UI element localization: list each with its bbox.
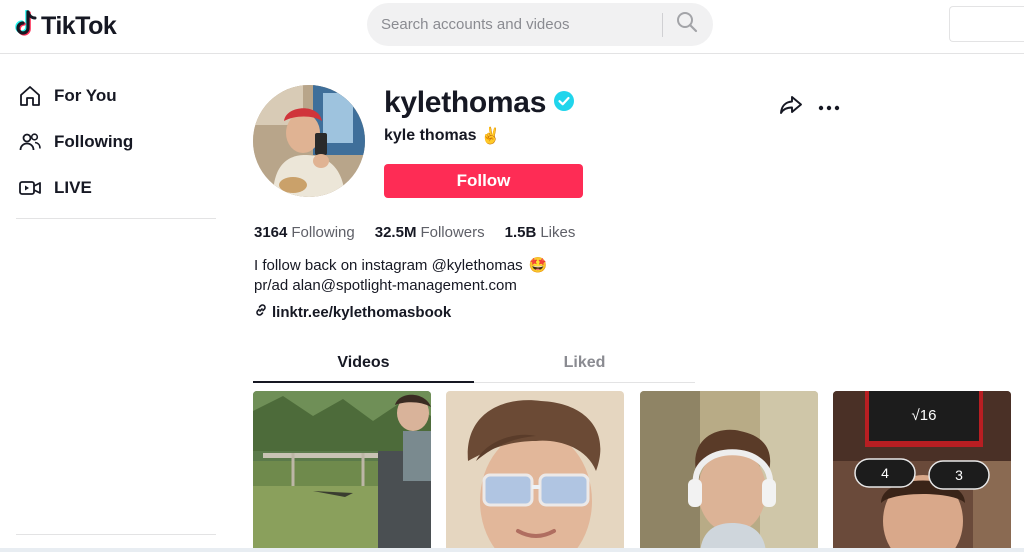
display-name-row: kyle thomas ✌️ bbox=[384, 126, 500, 146]
tab-liked[interactable]: Liked bbox=[474, 348, 695, 382]
search-icon bbox=[676, 11, 698, 38]
tiktok-logo[interactable]: TikTok bbox=[14, 9, 117, 42]
logo-text: TikTok bbox=[41, 11, 117, 40]
more-dots-icon bbox=[818, 98, 840, 116]
victory-hand-emoji: ✌️ bbox=[480, 128, 501, 145]
sidebar-item-live[interactable]: LIVE bbox=[18, 176, 92, 200]
sidebar-item-for-you[interactable]: For You bbox=[18, 84, 117, 108]
bio: I follow back on instagram @kylethomas 🤩… bbox=[254, 256, 547, 296]
content-tabs: Videos Liked bbox=[253, 348, 695, 383]
tab-videos[interactable]: Videos bbox=[253, 348, 474, 383]
quiz-option-text: 4 bbox=[881, 465, 889, 481]
sidebar-divider bbox=[16, 534, 216, 535]
sidebar: For You Following LIVE bbox=[0, 54, 225, 552]
home-icon bbox=[18, 84, 42, 108]
username-row: kylethomas bbox=[384, 86, 575, 120]
search-input[interactable] bbox=[381, 3, 661, 46]
avatar[interactable] bbox=[253, 85, 365, 197]
stat-value: 1.5B bbox=[504, 224, 537, 241]
more-options-button[interactable] bbox=[816, 94, 842, 120]
bio-text: I follow back on instagram @kylethomas bbox=[254, 257, 523, 274]
live-icon bbox=[18, 176, 42, 200]
search-divider bbox=[662, 13, 663, 37]
bio-line: I follow back on instagram @kylethomas 🤩 bbox=[254, 256, 547, 276]
stat-likes: 1.5B Likes bbox=[505, 224, 576, 241]
verified-badge-icon bbox=[554, 90, 575, 116]
sidebar-item-label: Following bbox=[54, 132, 134, 151]
video-thumbnail[interactable] bbox=[446, 391, 624, 552]
share-button[interactable] bbox=[778, 94, 804, 120]
bio-text: pr/ad alan@spotlight-management.com bbox=[254, 277, 517, 294]
profile-link[interactable]: linktr.ee/kylethomasbook bbox=[254, 303, 451, 321]
stat-label: Likes bbox=[540, 224, 576, 241]
quiz-option-text: 3 bbox=[955, 467, 963, 483]
users-icon bbox=[18, 130, 42, 154]
tiktok-note-icon bbox=[14, 9, 38, 42]
display-name: kyle thomas bbox=[384, 127, 477, 144]
top-bar: TikTok bbox=[0, 0, 1024, 54]
video-thumbnail[interactable] bbox=[640, 391, 818, 552]
window-bottom-edge bbox=[0, 548, 1024, 552]
header-action-box[interactable] bbox=[949, 6, 1024, 42]
share-icon bbox=[779, 94, 803, 121]
profile-stats: 3164 Following 32.5M Followers 1.5B Likes bbox=[254, 224, 575, 241]
star-struck-emoji: 🤩 bbox=[528, 257, 548, 274]
stat-following[interactable]: 3164 Following bbox=[254, 224, 355, 241]
username: kylethomas bbox=[384, 86, 547, 119]
video-thumbnail[interactable]: √16 4 3 bbox=[833, 391, 1011, 552]
stat-label: Following bbox=[291, 224, 355, 241]
follow-button[interactable]: Follow bbox=[384, 164, 583, 198]
stat-followers[interactable]: 32.5M Followers bbox=[375, 224, 485, 241]
sidebar-item-label: LIVE bbox=[54, 178, 92, 197]
link-icon bbox=[254, 303, 268, 321]
stat-label: Followers bbox=[420, 224, 485, 241]
sidebar-item-label: For You bbox=[54, 86, 117, 105]
search-button[interactable] bbox=[669, 9, 705, 40]
quiz-question-text: √16 bbox=[912, 407, 937, 424]
link-text: linktr.ee/kylethomasbook bbox=[272, 303, 452, 321]
sidebar-item-following[interactable]: Following bbox=[18, 130, 133, 154]
bio-line: pr/ad alan@spotlight-management.com bbox=[254, 276, 547, 296]
video-thumbnail[interactable] bbox=[253, 391, 431, 552]
search-bar bbox=[367, 3, 713, 46]
stat-value: 32.5M bbox=[374, 224, 417, 241]
sidebar-divider bbox=[16, 218, 216, 219]
stat-value: 3164 bbox=[254, 224, 288, 241]
